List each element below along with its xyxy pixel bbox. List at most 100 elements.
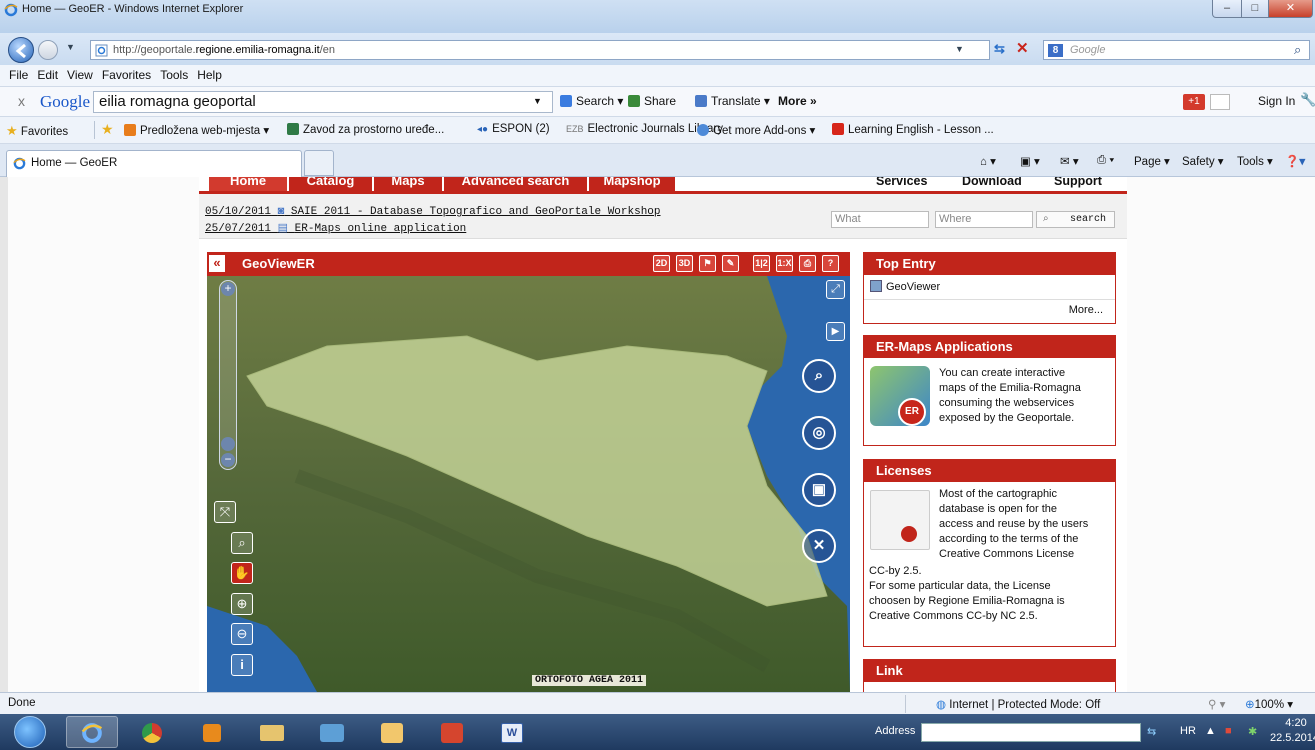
help-button[interactable]: ? bbox=[822, 255, 839, 272]
nav-home[interactable]: Home bbox=[209, 177, 289, 191]
home-icon[interactable]: ⌂ ▾ bbox=[980, 154, 996, 168]
taskbar-explorer[interactable] bbox=[246, 716, 298, 748]
layers-map-icon[interactable]: ◎ bbox=[802, 416, 836, 450]
zoom-out-icon[interactable]: − bbox=[221, 453, 235, 467]
google-search-button[interactable]: Search ▾ bbox=[560, 94, 623, 108]
nav-catalog[interactable]: Catalog bbox=[289, 177, 374, 191]
zoom-box-icon[interactable]: ⌕ bbox=[231, 532, 253, 554]
safety-menu[interactable]: Safety ▾ bbox=[1182, 154, 1224, 168]
zoom-in-icon[interactable]: + bbox=[221, 282, 235, 296]
taskbar-outlook[interactable] bbox=[366, 716, 418, 748]
wrench-icon[interactable]: 🔧 bbox=[1300, 92, 1315, 108]
news-item[interactable]: 25/07/2011 ▤ ER-Maps online application bbox=[205, 221, 466, 235]
refresh-icon[interactable]: ⇆ bbox=[994, 41, 1005, 57]
pan-hand-icon[interactable]: ✋ bbox=[231, 562, 253, 584]
nav-mapshop[interactable]: Mapshop bbox=[589, 177, 677, 191]
full-extent-icon[interactable]: ⤧ bbox=[214, 501, 236, 523]
language-indicator[interactable]: HR bbox=[1180, 725, 1196, 737]
tab-home-geoer[interactable]: Home — GeoER bbox=[6, 150, 302, 177]
forward-button[interactable] bbox=[38, 40, 58, 60]
layers-icon[interactable]: ⚑ bbox=[699, 255, 716, 272]
fav-item-suggested[interactable]: Predložena web-mjesta ▾ bbox=[124, 123, 269, 137]
zoom-in-tool-icon[interactable]: ⊕ bbox=[231, 593, 253, 615]
favorites-button[interactable]: ★ Favorites bbox=[6, 123, 68, 139]
search-map-icon[interactable]: ⌕ bbox=[802, 359, 836, 393]
menu-help[interactable]: Help bbox=[197, 65, 222, 85]
taskbar-network[interactable] bbox=[306, 716, 358, 748]
url-bar[interactable]: http://geoportale.regione.emilia-romagna… bbox=[90, 40, 990, 60]
map-canvas[interactable]: + − ⤧ ⌕ ✋ ⊕ ⊖ i ⤢ ▶ ⌕ ◎ ▣ ✕ ORTOFOTO AGE… bbox=[207, 276, 850, 692]
google-search-input[interactable]: eilia romagna geoportal bbox=[93, 91, 553, 113]
geoviewer-link[interactable]: GeoViewer bbox=[870, 280, 940, 295]
maximize-button[interactable]: □ bbox=[1241, 0, 1269, 18]
taskbar-word[interactable]: W bbox=[486, 716, 538, 748]
minimize-button[interactable]: – bbox=[1212, 0, 1242, 18]
share-button[interactable]: Share bbox=[628, 94, 676, 108]
tools-menu[interactable]: Tools ▾ bbox=[1237, 154, 1273, 168]
close-button[interactable]: ✕ bbox=[1268, 0, 1313, 18]
fav-item-espon[interactable]: ◂● ESPON (2) bbox=[477, 123, 550, 135]
help-icon[interactable]: ❓▾ bbox=[1285, 154, 1305, 168]
what-input[interactable]: What bbox=[831, 211, 929, 228]
print-map-icon[interactable]: ⎙ bbox=[799, 255, 816, 272]
menu-file[interactable]: File bbox=[9, 65, 28, 85]
nav-advanced-search[interactable]: Advanced search bbox=[444, 177, 589, 191]
plus-one-button[interactable]: +1 bbox=[1183, 94, 1205, 110]
nav-download[interactable]: Download bbox=[962, 177, 1022, 188]
info-icon[interactable]: i bbox=[231, 654, 253, 676]
nav-support[interactable]: Support bbox=[1054, 177, 1102, 188]
site-search-button[interactable]: ⌕ search bbox=[1036, 211, 1115, 228]
history-dropdown-icon[interactable]: ▼ bbox=[66, 42, 75, 52]
print-icon[interactable]: ⎙ ▾ bbox=[1097, 154, 1114, 167]
tray-network-icon[interactable]: ✱ bbox=[1248, 725, 1257, 738]
scale-button[interactable]: 1:X bbox=[776, 255, 793, 272]
taskbar-address-input[interactable] bbox=[921, 723, 1141, 742]
more-link[interactable]: More... bbox=[1069, 303, 1103, 318]
where-input[interactable]: Where bbox=[935, 211, 1033, 228]
mail-icon[interactable]: ✉ ▾ bbox=[1060, 154, 1079, 168]
go-icon[interactable]: ⇆ bbox=[1147, 725, 1156, 738]
fav-item-zavod[interactable]: Zavod za prostorno uređe... bbox=[287, 123, 444, 136]
news-item[interactable]: 05/10/2011 ◙ SAIE 2011 - Database Topogr… bbox=[205, 206, 661, 218]
tray-app-icon[interactable]: ■ bbox=[1225, 725, 1232, 737]
tray-expand-icon[interactable]: ▲ bbox=[1205, 725, 1216, 737]
menu-edit[interactable]: Edit bbox=[37, 65, 58, 85]
view-3d-button[interactable]: 3D bbox=[676, 255, 693, 272]
add-favorite-icon[interactable]: ★ bbox=[101, 121, 114, 138]
google-query-dropdown-icon[interactable]: ▼ bbox=[533, 96, 542, 106]
google-toolbar-close[interactable]: x bbox=[18, 93, 25, 109]
protected-mode-icon[interactable]: ⚲ ▾ bbox=[1208, 697, 1225, 711]
search-provider-box[interactable]: 8 Google ⌕ bbox=[1043, 40, 1310, 60]
back-button[interactable] bbox=[8, 37, 34, 63]
map-export-icon[interactable]: ▣ bbox=[802, 473, 836, 507]
taskbar-chrome[interactable] bbox=[126, 716, 178, 748]
view-2d-button[interactable]: 2D bbox=[653, 255, 670, 272]
translate-button[interactable]: Translate ▾ bbox=[695, 94, 770, 108]
stop-icon[interactable]: ✕ bbox=[1016, 39, 1029, 57]
start-button[interactable] bbox=[14, 716, 46, 748]
taskbar-app[interactable] bbox=[426, 716, 478, 748]
fav-item-addons[interactable]: Get more Add-ons ▾ bbox=[697, 123, 815, 137]
nav-maps[interactable]: Maps bbox=[374, 177, 444, 191]
tools-map-icon[interactable]: ✕ bbox=[802, 529, 836, 563]
menu-favorites[interactable]: Favorites bbox=[102, 65, 151, 85]
fav-item-learning[interactable]: Learning English - Lesson ... bbox=[832, 123, 994, 136]
menu-view[interactable]: View bbox=[67, 65, 93, 85]
url-dropdown-icon[interactable]: ▼ bbox=[955, 44, 964, 54]
page-menu[interactable]: Page ▾ bbox=[1134, 154, 1170, 168]
clock[interactable]: 4:20 22.5.2014. bbox=[1270, 716, 1315, 746]
taskbar-ie[interactable] bbox=[66, 716, 118, 748]
sign-in-link[interactable]: Sign In bbox=[1258, 94, 1295, 108]
zoom-slider[interactable]: + − bbox=[219, 280, 237, 470]
map-edit-icon[interactable]: ✎ bbox=[722, 255, 739, 272]
search-icon[interactable]: ⌕ bbox=[1294, 42, 1301, 58]
split-view-button[interactable]: 1|2 bbox=[753, 255, 770, 272]
zoom-out-tool-icon[interactable]: ⊖ bbox=[231, 623, 253, 645]
new-tab-button[interactable] bbox=[304, 150, 334, 176]
fullscreen-icon[interactable]: ⤢ bbox=[826, 280, 845, 299]
taskbar-media[interactable] bbox=[186, 716, 238, 748]
menu-tools[interactable]: Tools bbox=[160, 65, 188, 85]
zoom-handle[interactable] bbox=[221, 437, 235, 451]
collapse-button[interactable]: « bbox=[209, 255, 225, 272]
more-button[interactable]: More » bbox=[778, 94, 817, 108]
